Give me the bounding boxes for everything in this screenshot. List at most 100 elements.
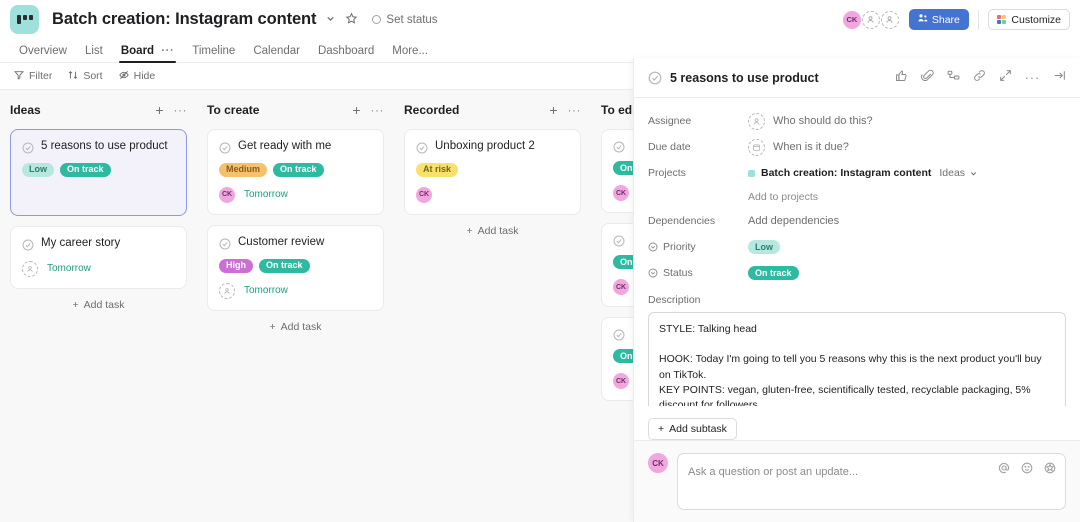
chevron-down-icon[interactable] bbox=[325, 13, 336, 27]
add-task-button[interactable]: + Add task bbox=[404, 225, 581, 237]
collapse-panel-icon[interactable] bbox=[1053, 69, 1066, 87]
assignee-avatar[interactable]: CK bbox=[219, 186, 235, 203]
task-card[interactable]: 5 reasons to use product Low On track bbox=[10, 129, 187, 216]
task-card[interactable]: Customer review High On track Tomorrow bbox=[207, 224, 384, 311]
assignee-placeholder-avatar[interactable] bbox=[748, 112, 765, 130]
project-chip[interactable]: Batch creation: Instagram content bbox=[748, 167, 931, 179]
assignee-avatar[interactable]: CK bbox=[416, 186, 432, 203]
calendar-icon[interactable] bbox=[748, 138, 765, 156]
tab-timeline[interactable]: Timeline bbox=[183, 45, 244, 62]
dependencies-label: Dependencies bbox=[648, 215, 716, 227]
complete-task-icon[interactable] bbox=[613, 328, 625, 341]
priority-tag[interactable]: Low bbox=[22, 162, 54, 177]
add-task-button[interactable]: + Add task bbox=[10, 299, 187, 311]
task-card-title: Get ready with me bbox=[238, 140, 332, 152]
mention-icon[interactable] bbox=[998, 461, 1010, 479]
assignee-placeholder-avatar[interactable] bbox=[219, 282, 235, 299]
customize-label: Customize bbox=[1011, 13, 1061, 26]
due-date-label[interactable]: Tomorrow bbox=[47, 263, 91, 274]
priority-value-tag[interactable]: Low bbox=[748, 240, 780, 254]
task-detail-title: 5 reasons to use product bbox=[670, 70, 819, 85]
more-icon[interactable]: ··· bbox=[1025, 71, 1040, 84]
status-tag[interactable]: At risk bbox=[416, 162, 459, 177]
comment-input-box[interactable]: Ask a question or post an update... bbox=[677, 453, 1066, 510]
add-card-icon[interactable]: + bbox=[549, 103, 557, 117]
add-dependencies-link[interactable]: Add dependencies bbox=[748, 215, 839, 227]
comment-placeholder: Ask a question or post an update... bbox=[688, 466, 859, 478]
set-status-button[interactable]: Set status bbox=[372, 13, 438, 26]
task-card-title: Customer review bbox=[238, 235, 325, 248]
complete-task-icon[interactable] bbox=[22, 238, 34, 251]
filter-button[interactable]: Filter bbox=[14, 70, 52, 83]
add-subtask-button[interactable]: + Add subtask bbox=[648, 418, 737, 440]
task-card[interactable]: Unboxing product 2 At risk CK bbox=[404, 129, 581, 215]
complete-task-icon[interactable] bbox=[416, 141, 428, 154]
toolbar-divider bbox=[977, 10, 979, 29]
due-date-label[interactable]: Tomorrow bbox=[244, 285, 288, 296]
priority-tag[interactable]: Medium bbox=[219, 162, 268, 177]
add-to-projects-link[interactable]: Add to projects bbox=[648, 186, 1066, 208]
tab-calendar[interactable]: Calendar bbox=[244, 45, 309, 62]
complete-task-icon[interactable] bbox=[613, 140, 625, 153]
attachment-icon[interactable] bbox=[920, 69, 934, 87]
tab-board[interactable]: Board ··· bbox=[112, 45, 183, 63]
project-section-dropdown[interactable]: Ideas bbox=[939, 167, 978, 179]
add-card-icon[interactable]: + bbox=[155, 103, 163, 117]
like-icon[interactable] bbox=[895, 69, 908, 87]
avatar-placeholder[interactable] bbox=[880, 10, 899, 29]
task-card[interactable]: My career story Tomorrow bbox=[10, 225, 187, 289]
description-editor[interactable]: STYLE: Talking head HOOK: Today I'm goin… bbox=[648, 312, 1066, 406]
complete-task-icon[interactable] bbox=[219, 237, 231, 250]
tab-dashboard[interactable]: Dashboard bbox=[309, 45, 383, 62]
fullscreen-icon[interactable] bbox=[999, 69, 1012, 87]
assignee-placeholder-label[interactable]: Who should do this? bbox=[773, 115, 873, 127]
avatar[interactable]: CK bbox=[842, 10, 861, 29]
task-detail-actions: ··· bbox=[895, 69, 1066, 87]
add-task-button[interactable]: + Add task bbox=[207, 321, 384, 333]
plus-icon: + bbox=[269, 320, 276, 333]
assignee-placeholder-avatar[interactable] bbox=[22, 260, 38, 277]
assignee-avatar[interactable]: CK bbox=[613, 279, 629, 295]
add-card-icon[interactable]: + bbox=[352, 103, 360, 117]
avatar: CK bbox=[648, 453, 668, 473]
tab-overflow-icon[interactable]: ··· bbox=[161, 45, 174, 57]
status-value-tag[interactable]: On track bbox=[748, 266, 799, 280]
due-date-placeholder-label[interactable]: When is it due? bbox=[773, 141, 849, 153]
hide-button[interactable]: Hide bbox=[118, 70, 155, 83]
column-more-icon[interactable]: ··· bbox=[568, 103, 582, 117]
column-more-icon[interactable]: ··· bbox=[174, 103, 188, 117]
board-column-to-create: To create + ··· Get ready with me Medium… bbox=[197, 90, 394, 522]
due-date-label[interactable]: Tomorrow bbox=[244, 189, 288, 200]
set-status-label: Set status bbox=[386, 13, 438, 26]
status-tag[interactable]: On track bbox=[60, 162, 111, 177]
complete-task-icon[interactable] bbox=[219, 141, 231, 154]
complete-task-icon[interactable] bbox=[613, 234, 625, 247]
tab-label: Overview bbox=[19, 45, 67, 57]
assignee-avatar[interactable]: CK bbox=[613, 373, 629, 389]
sticker-icon[interactable] bbox=[1044, 461, 1056, 479]
tab-label: Dashboard bbox=[317, 45, 375, 57]
status-tag[interactable]: On track bbox=[273, 162, 324, 177]
link-icon[interactable] bbox=[973, 69, 986, 87]
description-text[interactable]: STYLE: Talking head HOOK: Today I'm goin… bbox=[649, 313, 1065, 406]
avatar-placeholder[interactable] bbox=[861, 10, 880, 29]
share-button[interactable]: Share bbox=[908, 9, 969, 30]
tab-more[interactable]: More... bbox=[383, 45, 437, 62]
tab-overview[interactable]: Overview bbox=[10, 45, 76, 62]
task-card-title: 5 reasons to use product bbox=[41, 140, 168, 152]
subtask-icon[interactable] bbox=[947, 69, 960, 87]
priority-tag[interactable]: High bbox=[219, 258, 253, 273]
tab-list[interactable]: List bbox=[76, 45, 112, 62]
star-icon[interactable] bbox=[345, 11, 358, 28]
complete-task-icon[interactable] bbox=[22, 141, 34, 154]
emoji-icon[interactable] bbox=[1021, 461, 1033, 479]
customize-button[interactable]: Customize bbox=[987, 9, 1070, 30]
sort-button[interactable]: Sort bbox=[68, 70, 103, 83]
complete-task-icon[interactable] bbox=[648, 71, 662, 85]
column-more-icon[interactable]: ··· bbox=[371, 103, 385, 117]
subtask-section: + Add subtask bbox=[634, 406, 1080, 440]
status-tag[interactable]: On track bbox=[259, 258, 310, 273]
task-card[interactable]: Get ready with me Medium On track CK Tom… bbox=[207, 129, 384, 215]
assignee-avatar[interactable]: CK bbox=[613, 185, 629, 201]
task-card-title: My career story bbox=[41, 236, 121, 249]
